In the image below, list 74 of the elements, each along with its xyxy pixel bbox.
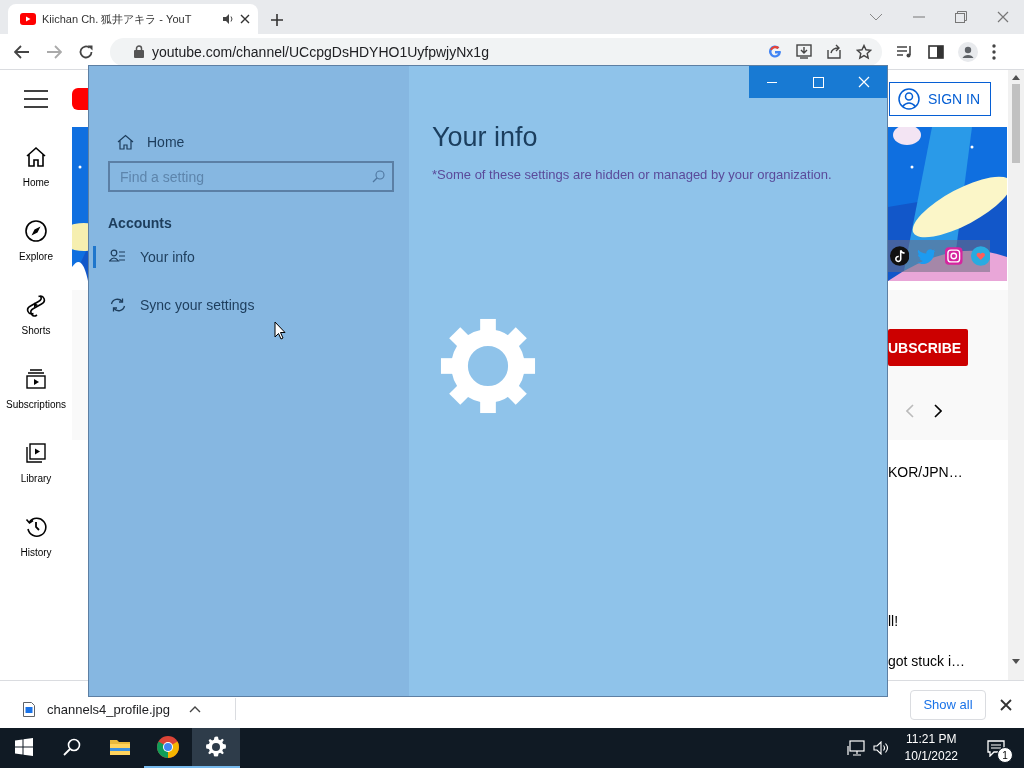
star-icon[interactable] <box>856 43 872 60</box>
back-icon[interactable] <box>14 44 30 59</box>
notification-count: 1 <box>997 747 1013 763</box>
comment-text: ll! <box>888 613 900 629</box>
tab-title: Kiichan Ch. 狐井アキラ - YouT <box>42 11 193 27</box>
explore-icon <box>24 219 48 243</box>
person-list-icon <box>109 249 126 265</box>
settings-icon <box>204 735 228 759</box>
windows-icon <box>15 738 33 756</box>
chevron-down-icon[interactable] <box>869 13 883 21</box>
menu-icon[interactable] <box>992 43 996 60</box>
lock-icon <box>134 45 144 58</box>
install-icon[interactable] <box>796 44 812 59</box>
network-icon[interactable] <box>846 740 865 756</box>
sync-icon <box>109 297 126 313</box>
scroll-up-icon[interactable] <box>1012 75 1020 80</box>
new-tab-icon[interactable] <box>270 13 284 27</box>
settings-nav-item[interactable]: Sync your settings <box>93 281 393 329</box>
scrollbar[interactable] <box>1008 70 1024 680</box>
comment-text: got stuck i… <box>888 653 967 669</box>
nav-item[interactable]: Explore <box>0 219 72 293</box>
side-panel-icon[interactable] <box>928 44 944 59</box>
notice-text: *Some of these settings are hidden or managed by your organization. <box>432 167 833 182</box>
chevron-right-icon[interactable] <box>934 404 942 418</box>
home-link[interactable]: Home <box>108 130 393 154</box>
account-icon <box>898 87 920 110</box>
browser-icon <box>156 735 180 759</box>
nav-item[interactable]: Shorts <box>0 293 72 367</box>
address-bar[interactable]: youtube.com/channel/UCcpgDsHDYHO1UyfpwjyNx1g <box>110 37 882 66</box>
clock[interactable]: 11:21 PM 10/1/2022 <box>904 731 958 765</box>
cursor-icon <box>274 321 286 340</box>
share-icon[interactable] <box>826 44 842 59</box>
section-heading: Accounts <box>108 215 173 233</box>
taskbar-app[interactable] <box>192 728 240 768</box>
search-icon <box>63 738 81 756</box>
nav-item[interactable]: History <box>0 515 72 589</box>
close-icon[interactable] <box>1000 698 1012 711</box>
google-icon[interactable] <box>768 44 782 59</box>
music-note-icon[interactable] <box>890 246 910 266</box>
volume-icon[interactable] <box>872 741 889 755</box>
reload-icon[interactable] <box>78 43 94 60</box>
home-icon <box>24 145 48 169</box>
logo-icon[interactable] <box>72 87 88 110</box>
restore-icon[interactable] <box>955 11 967 23</box>
subscriptions-icon <box>24 367 48 391</box>
browser-tab[interactable]: Kiichan Ch. 狐井アキラ - YouT <box>8 4 258 34</box>
show-all-button[interactable]: Show all <box>910 689 986 720</box>
close-icon[interactable] <box>240 14 250 24</box>
video-title: KOR/JPN… <box>888 464 964 480</box>
nav-item[interactable]: Home <box>0 145 72 219</box>
image-file-icon <box>23 701 35 717</box>
menu-icon[interactable] <box>24 89 48 108</box>
scrollbar-thumb[interactable] <box>1012 84 1020 163</box>
home-icon <box>117 134 134 150</box>
sign-in-button[interactable]: SIGN IN <box>889 81 991 116</box>
subscribe-button[interactable]: UBSCRIBE <box>888 329 968 366</box>
speaker-icon[interactable] <box>222 13 234 25</box>
address-text: youtube.com/channel/UCcpgDsHDYHO1UyfpwjyNx1g <box>152 43 490 60</box>
history-icon <box>24 515 48 539</box>
chevron-up-icon[interactable] <box>189 705 201 713</box>
download-item[interactable]: channels4_profile.jpg <box>0 698 236 720</box>
page-title: Your info <box>432 122 539 153</box>
search-icon <box>372 170 385 183</box>
gear-icon <box>439 317 537 415</box>
scroll-down-icon[interactable] <box>1012 659 1020 664</box>
shorts-icon <box>24 293 48 317</box>
profile-icon[interactable] <box>958 41 978 62</box>
nav-item[interactable]: Library <box>0 441 72 515</box>
notifications-button[interactable]: 1 <box>976 728 1016 768</box>
media-icon[interactable] <box>896 44 914 59</box>
message-icon <box>987 739 1005 757</box>
library-icon <box>24 441 48 465</box>
youtube-icon <box>20 13 36 25</box>
nav-item[interactable]: Subscriptions <box>0 367 72 441</box>
